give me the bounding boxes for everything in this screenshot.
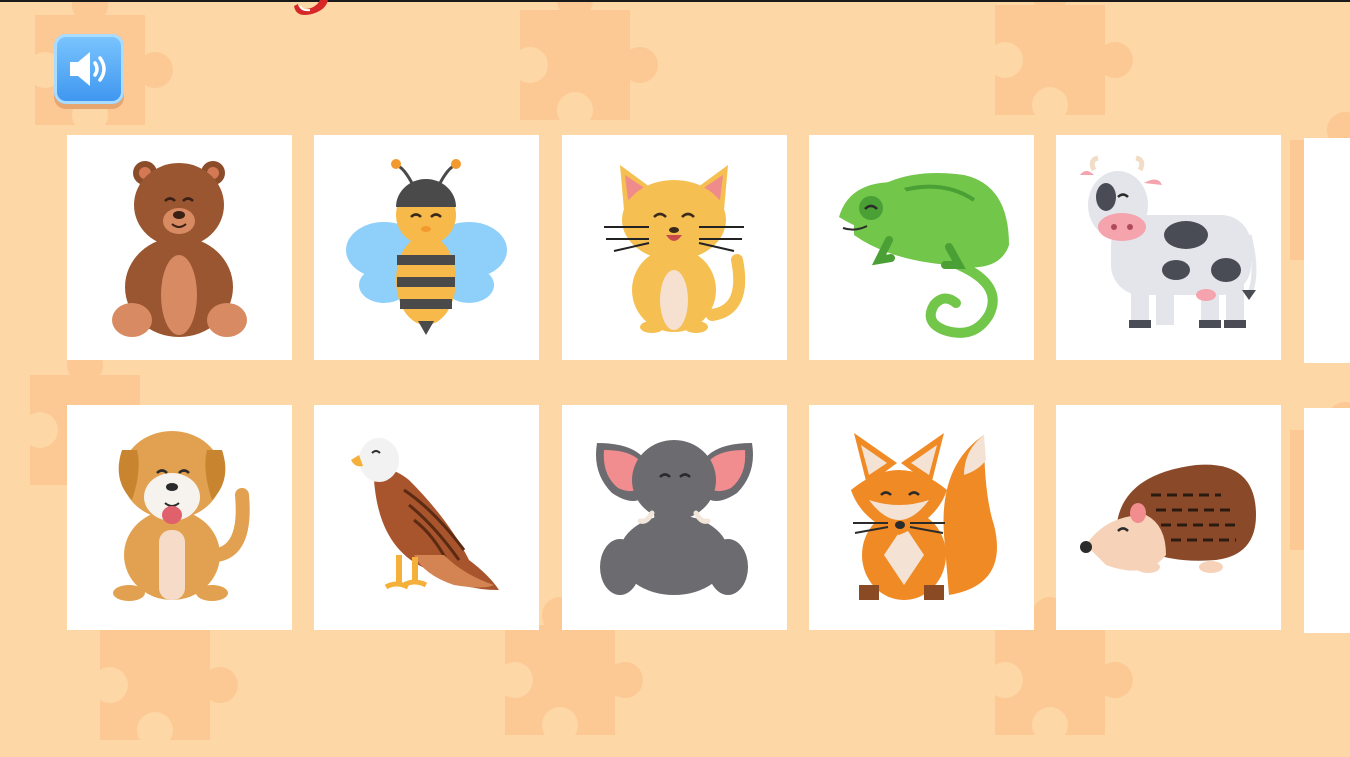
background-puzzle-pattern	[30, 0, 1350, 740]
animal-card-fox[interactable]	[809, 405, 1034, 630]
elephant-icon	[596, 440, 753, 595]
animal-card-chameleon[interactable]	[809, 135, 1034, 360]
animal-card-hedgehog[interactable]	[1056, 405, 1281, 630]
animal-card-cow[interactable]	[1056, 135, 1281, 360]
red-marker-icon	[294, 0, 328, 15]
top-border	[0, 0, 1350, 2]
cat-icon	[604, 165, 746, 333]
game-screen	[0, 0, 1350, 757]
sound-toggle-button[interactable]	[54, 34, 124, 104]
animal-card-partial-row2[interactable]	[1304, 408, 1350, 633]
bear-icon	[112, 161, 247, 337]
speaker-icon	[70, 52, 106, 86]
chameleon-icon	[839, 173, 1009, 338]
eagle-icon	[351, 438, 499, 590]
hedgehog-icon	[1080, 464, 1256, 573]
dog-icon	[113, 431, 250, 601]
animal-card-cat[interactable]	[562, 135, 787, 360]
animal-card-bee[interactable]	[314, 135, 539, 360]
animal-card-eagle[interactable]	[314, 405, 539, 630]
animal-card-bear[interactable]	[67, 135, 292, 360]
animal-card-partial-row1[interactable]	[1304, 138, 1350, 363]
fox-icon	[851, 433, 997, 600]
animal-card-elephant[interactable]	[562, 405, 787, 630]
animal-card-dog[interactable]	[67, 405, 292, 630]
bee-icon	[346, 159, 507, 335]
cow-icon	[1080, 155, 1257, 328]
